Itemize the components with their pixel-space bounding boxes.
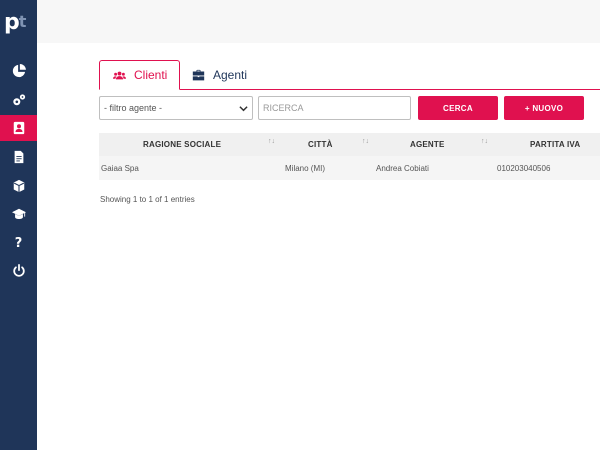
nav-logout[interactable]	[0, 258, 37, 284]
logo-letter: p	[4, 10, 20, 35]
contacts-icon	[13, 121, 24, 135]
settings-icon	[12, 94, 25, 106]
column-partita-iva[interactable]: PARTITA IVA	[530, 133, 580, 156]
table-row[interactable]: Gaiaa Spa Milano (MI) Andrea Cobiati 010…	[99, 156, 600, 180]
logo-accent-letter: t	[18, 11, 27, 31]
table-header: RAGIONE SOCIALE ↑↓ CITTÀ ↑↓ AGENTE ↑↓ PA…	[99, 133, 600, 156]
column-citta[interactable]: CITTÀ	[308, 133, 333, 156]
users-icon	[113, 71, 126, 79]
cell-partita-iva: 010203040506	[497, 163, 551, 173]
cell-ragione-sociale: Gaiaa Spa	[101, 163, 139, 173]
dashboard-icon	[12, 64, 26, 78]
tab-clienti-label: Clienti	[134, 68, 168, 82]
new-client-button[interactable]: + NUOVO	[504, 96, 584, 120]
sidebar: pt ?	[0, 0, 37, 450]
app-logo[interactable]: pt	[4, 8, 34, 38]
search-button[interactable]: CERCA	[418, 96, 498, 120]
power-icon	[12, 264, 25, 277]
column-ragione-sociale[interactable]: RAGIONE SOCIALE	[143, 133, 221, 156]
search-input[interactable]	[258, 96, 411, 120]
nav-contacts[interactable]	[0, 115, 37, 141]
nav-help[interactable]: ?	[0, 230, 37, 256]
help-icon: ?	[14, 235, 23, 251]
sort-icon[interactable]: ↑↓	[362, 138, 369, 145]
cell-citta: Milano (MI)	[285, 163, 326, 173]
table-info: Showing 1 to 1 of 1 entries	[100, 195, 195, 204]
chevron-down-icon	[239, 106, 248, 112]
nav-dashboard[interactable]	[0, 58, 37, 84]
nav-documents[interactable]	[0, 144, 37, 170]
briefcase-icon	[192, 69, 205, 80]
cell-agente: Andrea Cobiati	[376, 163, 429, 173]
nav-training[interactable]	[0, 201, 37, 227]
tab-agenti-label: Agenti	[213, 68, 248, 82]
nav-products[interactable]	[0, 173, 37, 199]
agent-filter-value: - filtro agente -	[104, 103, 163, 113]
column-agente[interactable]: AGENTE	[410, 133, 445, 156]
graduation-cap-icon	[11, 208, 26, 219]
agent-filter-select[interactable]: - filtro agente -	[99, 96, 253, 120]
top-header	[37, 0, 600, 43]
tab-agenti[interactable]: Agenti	[190, 60, 270, 90]
document-icon	[14, 150, 23, 164]
sort-icon[interactable]: ↑↓	[268, 138, 275, 145]
tab-clienti[interactable]: Clienti	[99, 60, 180, 90]
sort-icon[interactable]: ↑↓	[481, 138, 488, 145]
nav-settings[interactable]	[0, 87, 37, 113]
package-icon	[13, 179, 24, 193]
